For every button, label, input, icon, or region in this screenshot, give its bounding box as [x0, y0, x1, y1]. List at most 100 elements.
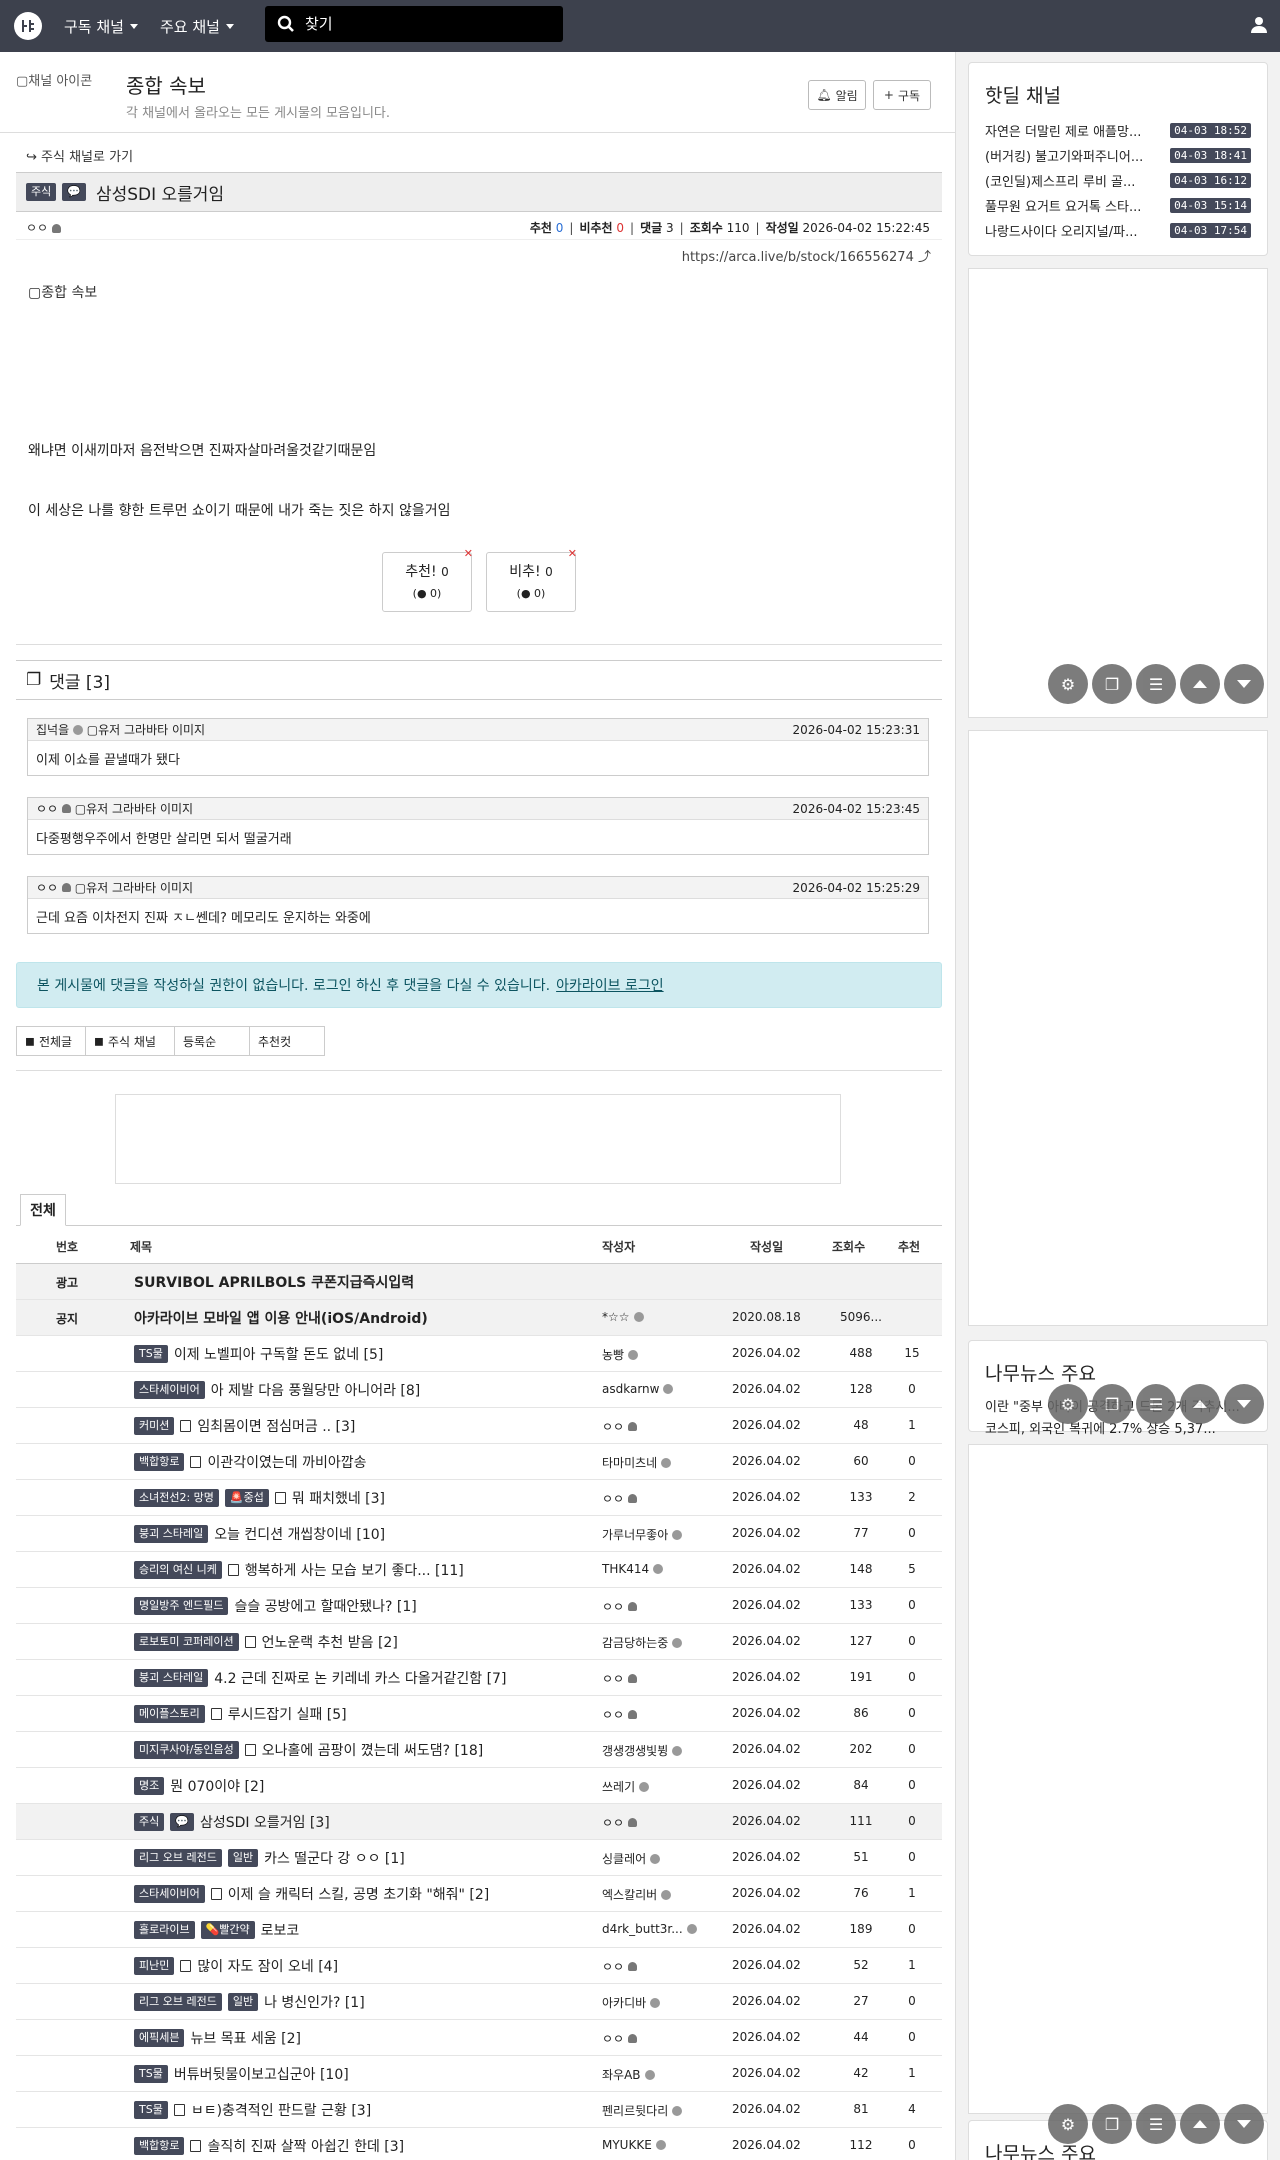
category-badge[interactable]: 소녀전선2: 망명	[134, 1489, 219, 1507]
comment-author[interactable]: ㅇㅇ	[36, 800, 58, 817]
sidebar-ad-image[interactable]	[968, 268, 1268, 718]
hotdeal-item[interactable]: 나랑드사이다 오리지널/파... 04-03 17:54	[969, 218, 1267, 243]
row-author[interactable]: ㅇㅇ	[602, 1814, 638, 1831]
scroll-up-icon[interactable]	[1180, 664, 1220, 704]
row-author[interactable]: 엑스칼리버	[602, 1886, 672, 1903]
row-title-cell[interactable]: 메이플스토리 루시드잡기 실패 [5]	[134, 1704, 347, 1724]
row-title-cell[interactable]: 스타세이비어 아 제발 다음 풍월당만 아니어라 [8]	[134, 1380, 420, 1400]
row-author[interactable]: 감금당하는중	[602, 1634, 683, 1651]
row-title-cell[interactable]: 백합항로 솔직히 진짜 살짝 아쉽긴 한데 [3]	[134, 2136, 404, 2156]
subscribed-channels-menu[interactable]: 구독 채널	[64, 16, 138, 37]
category-badge[interactable]: 리그 오브 레전드	[134, 1993, 222, 2011]
table-row[interactable]: 백합항로 솔직히 진짜 살짝 아쉽긴 한데 [3] MYUKKE 2026.04.02…	[16, 2128, 942, 2160]
category-badge[interactable]: 명일방주 엔드필드	[134, 1597, 229, 1615]
category-badge[interactable]: 일반	[227, 1993, 259, 2011]
category-badge[interactable]: TS물	[134, 2101, 168, 2119]
search-input[interactable]	[305, 15, 545, 33]
table-row[interactable]: 백합항로 이관각이였는데 까비아깝송 타마미츠네 2026.04.02 60 0	[16, 1444, 942, 1480]
tab-all[interactable]: 전체	[20, 1194, 66, 1226]
subscribe-button[interactable]: + 구독	[873, 80, 931, 110]
copy-icon[interactable]: ❐	[1092, 664, 1132, 704]
row-title-cell[interactable]: 에픽세븐 뉴브 목표 세움 [2]	[134, 2028, 301, 2048]
hotdeal-item[interactable]: (버거킹) 불고기와퍼주니어... 04-03 18:41	[969, 143, 1267, 168]
row-title-cell[interactable]: 붕괴 스타레일 오늘 컨디션 개씹창이네 [10]	[134, 1524, 385, 1544]
table-row[interactable]: 붕괴 스타레일 4.2 근데 진짜로 논 키레네 카스 다올거같긴함 [7] ㅇㅇ 2…	[16, 1660, 942, 1696]
filter-stock-channel[interactable]: ◼ 주식 채널	[85, 1026, 175, 1056]
row-title-cell[interactable]: 명일방주 엔드필드 슬슬 공방에고 할때안됐나? [1]	[134, 1596, 417, 1616]
channel-title[interactable]: 종합 속보	[126, 70, 206, 99]
row-author[interactable]: ㅇㅇ	[602, 1958, 638, 1975]
row-title-cell[interactable]: 소녀전선2: 망명 🚨중섭 뭐 패치했네 [3]	[134, 1488, 385, 1508]
hotdeal-item[interactable]: 풀무원 요거트 요거톡 스타... 04-03 15:14	[969, 193, 1267, 218]
table-row[interactable]: TS물 버튜버뒷물이보고십군아 [10] 좌우AB 2026.04.02 42 1	[16, 2056, 942, 2092]
category-badge[interactable]: 피난민	[134, 1957, 175, 1975]
row-author[interactable]: MYUKKE	[602, 2138, 666, 2152]
sidebar-ad-image[interactable]	[968, 730, 1268, 1326]
category-badge[interactable]: TS물	[134, 1345, 168, 1363]
row-title-cell[interactable]: 로보토미 코퍼레이션 언노운랙 추천 받음 [2]	[134, 1632, 398, 1652]
table-row[interactable]: 주식 💬 삼성SDI 오를거임 [3] ㅇㅇ 2026.04.02 111 0	[16, 1804, 942, 1840]
table-row[interactable]: 승리의 여신 니케 행복하게 사는 모습 보기 좋다... [11] THK414 2…	[16, 1552, 942, 1588]
row-author[interactable]: 펜리르뒷다리	[602, 2102, 683, 2119]
scroll-down-icon[interactable]	[1224, 1384, 1264, 1424]
row-author[interactable]: ㅇㅇ	[602, 1706, 638, 1723]
row-title-cell[interactable]: 리그 오브 레전드 일반 카스 떨군다 강 ㅇㅇ [1]	[134, 1848, 405, 1868]
row-title-cell[interactable]: TS물 ㅂㅌ)충격적인 판드랄 근황 [3]	[134, 2100, 371, 2120]
site-logo[interactable]	[14, 12, 42, 40]
row-author[interactable]: 농빵	[602, 1346, 639, 1363]
row-author[interactable]: ㅇㅇ	[602, 1598, 638, 1615]
table-row[interactable]: 로보토미 코퍼레이션 언노운랙 추천 받음 [2] 감금당하는중 2026.04.02…	[16, 1624, 942, 1660]
category-badge[interactable]: 💊빨간약	[200, 1921, 255, 1939]
article-url[interactable]: https://arca.live/b/stock/166556274 ⤴	[682, 246, 931, 265]
main-channels-menu[interactable]: 주요 채널	[160, 16, 234, 37]
category-badge[interactable]: 백합항로	[134, 2137, 185, 2155]
category-badge[interactable]: 붕괴 스타레일	[134, 1525, 209, 1543]
table-row[interactable]: 피난민 많이 자도 잠이 오네 [4] ㅇㅇ 2026.04.02 52 1	[16, 1948, 942, 1984]
category-badge[interactable]: 명조	[134, 1777, 165, 1795]
scroll-up-icon[interactable]	[1180, 2104, 1220, 2144]
alarm-button[interactable]: 🔔︎ 알림	[808, 80, 866, 110]
ad-banner[interactable]	[115, 1094, 841, 1184]
filter-all-posts[interactable]: ◼ 전체글	[16, 1026, 86, 1056]
row-author[interactable]: THK414	[602, 1562, 664, 1576]
category-badge[interactable]: 에픽세븐	[134, 2029, 185, 2047]
scroll-down-icon[interactable]	[1224, 664, 1264, 704]
category-badge[interactable]: 스타세이비어	[134, 1885, 205, 1903]
row-title-cell[interactable]: 붕괴 스타레일 4.2 근데 진짜로 논 키레네 카스 다올거같긴함 [7]	[134, 1668, 506, 1688]
category-badge[interactable]: 백합항로	[134, 1453, 185, 1471]
table-row[interactable]: 스타세이비어 아 제발 다음 풍월당만 아니어라 [8] asdkarnw 2026.…	[16, 1372, 942, 1408]
row-title-cell[interactable]: 피난민 많이 자도 잠이 오네 [4]	[134, 1956, 338, 1976]
search-icon[interactable]	[277, 15, 295, 33]
category-badge[interactable]: 메이플스토리	[134, 1705, 205, 1723]
category-badge[interactable]: 붕괴 스타레일	[134, 1669, 209, 1687]
row-title-cell[interactable]: 아카라이브 모바일 앱 이용 안내(iOS/Android)	[134, 1308, 428, 1328]
table-row[interactable]: 공지 아카라이브 모바일 앱 이용 안내(iOS/Android) *☆☆ 2020.…	[16, 1300, 942, 1336]
category-badge[interactable]: 🚨중섭	[224, 1489, 269, 1507]
category-badge[interactable]: 일반	[227, 1849, 259, 1867]
category-badge[interactable]: 리그 오브 레전드	[134, 1849, 222, 1867]
scroll-down-icon[interactable]	[1224, 2104, 1264, 2144]
comment-author[interactable]: 집넉을	[36, 721, 69, 738]
row-author[interactable]: 쓰레기	[602, 1778, 650, 1795]
scroll-up-icon[interactable]	[1180, 1384, 1220, 1424]
gear-icon[interactable]: ⚙	[1048, 664, 1088, 704]
row-author[interactable]: ㅇㅇ	[602, 1490, 638, 1507]
hotdeal-title[interactable]: 핫딜 채널	[985, 81, 1267, 108]
row-author[interactable]: 아카디바	[602, 1994, 661, 2011]
category-badge[interactable]: 주식	[134, 1813, 165, 1831]
article-author[interactable]: ㅇㅇ	[26, 219, 61, 236]
row-title-cell[interactable]: 스타세이비어 이제 슬 캐릭터 스킬, 공명 초기화 "해줘" [2]	[134, 1884, 489, 1904]
row-title-cell[interactable]: 명조 뭔 070이야 [2]	[134, 1776, 264, 1796]
row-title-cell[interactable]: TS물 버튜버뒷물이보고십군아 [10]	[134, 2064, 349, 2084]
category-badge[interactable]: 미지쿠사야/동인음성	[134, 1741, 239, 1759]
sidebar-ad-image[interactable]	[968, 1444, 1268, 2114]
row-title-cell[interactable]: SURVIBOL APRILBOLS 쿠폰지급즉시입력	[134, 1272, 414, 1292]
sort-order-select[interactable]: 등록순	[174, 1026, 250, 1056]
category-badge[interactable]: 주식	[26, 183, 57, 201]
category-badge[interactable]: 💬	[170, 1813, 194, 1831]
hotdeal-item[interactable]: 자연은 더말린 제로 애플망... 04-03 18:52	[969, 118, 1267, 143]
table-row[interactable]: 붕괴 스타레일 오늘 컨디션 개씹창이네 [10] 가루너무좋아 2026.04.02…	[16, 1516, 942, 1552]
row-author[interactable]: 싱클레어	[602, 1850, 661, 1867]
downvote-button[interactable]: ✕ 비추! 0 (● 0)	[486, 547, 577, 612]
category-badge[interactable]: 승리의 여신 니케	[134, 1561, 222, 1579]
